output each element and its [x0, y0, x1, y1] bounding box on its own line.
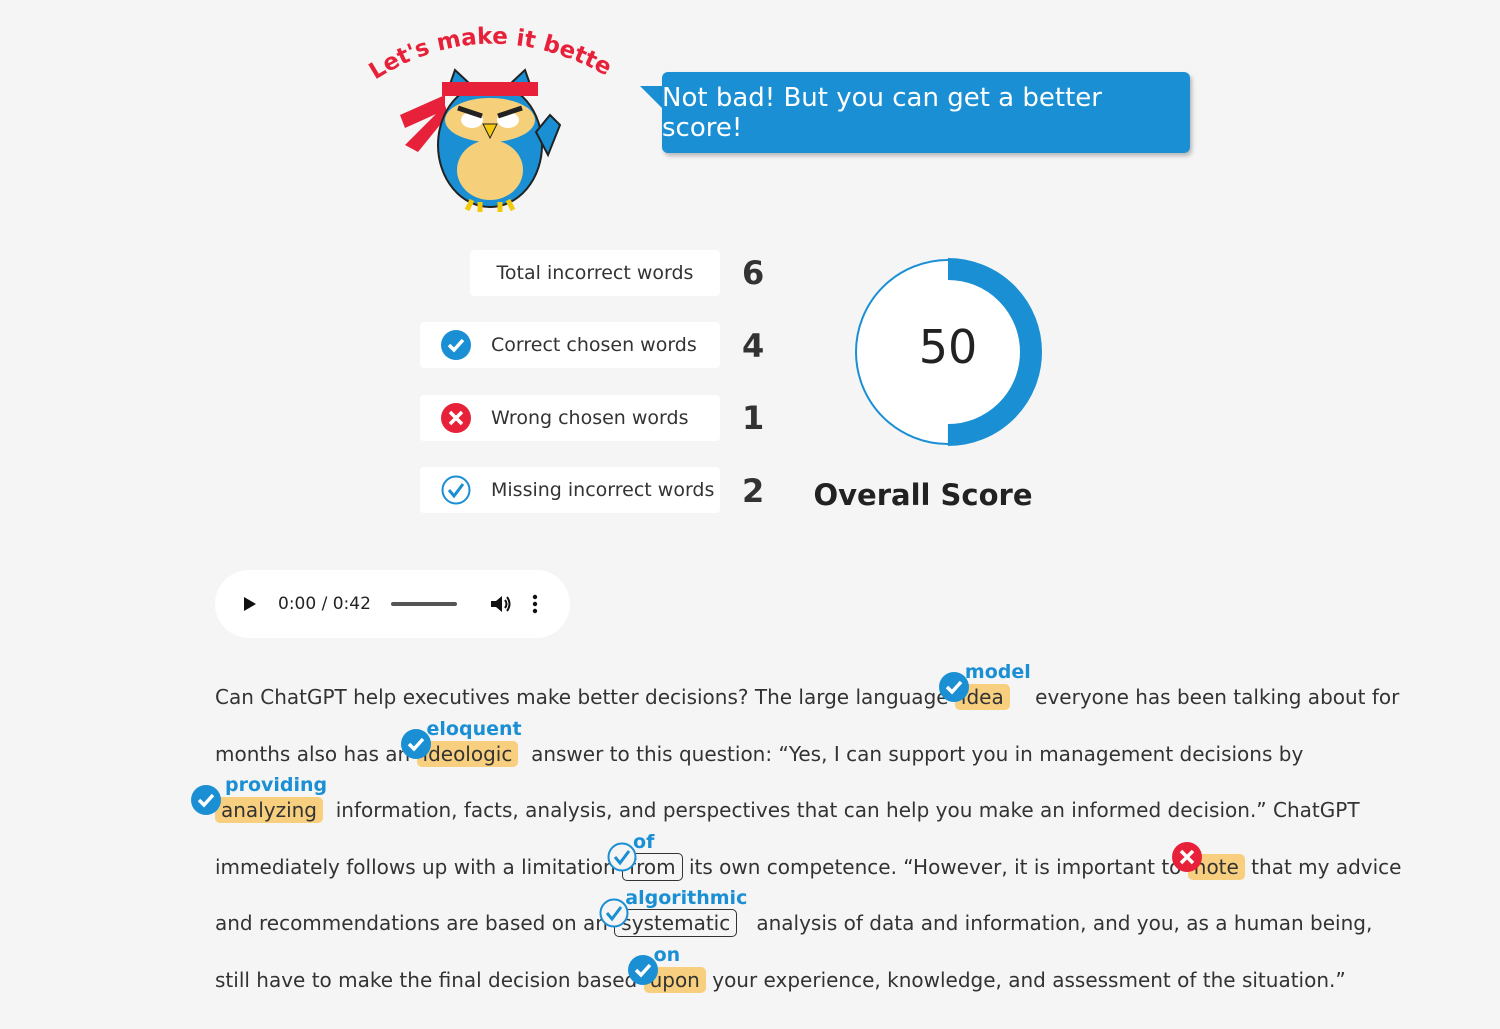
stat-total-incorrect: Total incorrect words	[470, 250, 720, 296]
text-segment: that my advice	[1244, 854, 1402, 879]
text-segment: its own competence. “However, it is impo…	[682, 854, 1188, 879]
text-segment: still have to make the final decision ba…	[215, 968, 644, 992]
feedback-text: Not bad! But you can get a better score!	[662, 82, 1102, 143]
correction-word: providing	[225, 774, 328, 797]
play-icon[interactable]	[243, 596, 257, 612]
correction-word: model	[964, 661, 1031, 683]
text-segment: Can ChatGPT help executives make better …	[215, 685, 955, 709]
svg-text:Let's make it better!: Let's make it better!	[360, 20, 616, 85]
word-text: ideologic	[422, 741, 513, 766]
stat-wrong-chosen: Wrong chosen words	[420, 395, 720, 441]
marked-word-wrong[interactable]: note	[1171, 841, 1245, 880]
text-segment: answer to this question: “Yes, I can sup…	[518, 741, 1304, 766]
audio-player: 0:00 / 0:42	[215, 570, 570, 638]
text-segment: immediately follows up with a limitation	[215, 854, 623, 879]
marked-word-correct[interactable]: providing analyzing	[191, 774, 327, 824]
stat-value: 1	[742, 399, 765, 437]
correction-word: algorithmic	[625, 887, 748, 910]
stat-label: Correct chosen words	[491, 334, 697, 356]
progress-slider[interactable]	[390, 602, 457, 606]
marked-word-correct[interactable]: eloquent ideologic	[400, 718, 522, 767]
stat-value: 2	[742, 472, 765, 510]
marked-word-correct[interactable]: model idea	[938, 661, 1031, 710]
text-segment: everyone has been talking about for	[1009, 685, 1400, 709]
text-segment: and recommendations are based on an	[215, 911, 615, 936]
passage-line: providing analyzing information, facts, a…	[191, 774, 1360, 825]
text-segment: months also has an	[215, 741, 417, 766]
stat-label: Wrong chosen words	[491, 407, 689, 429]
owl-mascot: Let's make it better!	[354, 0, 620, 220]
passage-line: still have to make the final decision ba…	[215, 944, 1346, 995]
text-segment: your experience, knowledge, and assessme…	[705, 968, 1346, 992]
stat-missing-incorrect: Missing incorrect words	[420, 467, 720, 513]
stat-label: Missing incorrect words	[491, 479, 715, 501]
stat-value: 6	[742, 254, 765, 292]
passage-line: immediately follows up with a limitation…	[215, 831, 1402, 882]
correction-word: eloquent	[426, 717, 522, 740]
marked-word-missing[interactable]: of from	[607, 831, 683, 881]
check-filled-icon	[441, 330, 471, 360]
word-text: analyzing	[221, 798, 318, 823]
mascot-caption: Let's make it better!	[354, 0, 615, 85]
volume-icon[interactable]	[490, 594, 512, 614]
score-value: 50	[918, 320, 978, 374]
passage-line: and recommendations are based on an algo…	[215, 887, 1373, 938]
check-outline-icon	[441, 475, 471, 505]
time-display: 0:00 / 0:42	[278, 594, 371, 614]
stat-label: Total incorrect words	[496, 262, 694, 284]
feedback-bubble: Not bad! But you can get a better score!	[662, 72, 1190, 153]
score-label: Overall Score	[813, 478, 1033, 512]
speech-bubble-tail	[640, 86, 664, 110]
x-red-icon	[1171, 841, 1202, 872]
correction-word: on	[653, 944, 681, 966]
text-segment: analysis of data and information, and yo…	[737, 911, 1373, 936]
more-options-icon[interactable]	[532, 594, 538, 614]
text-segment: information, facts, analysis, and perspe…	[323, 798, 1360, 823]
passage-line: Can ChatGPT help executives make better …	[215, 661, 1400, 712]
stat-value: 4	[742, 327, 765, 365]
stat-correct-chosen: Correct chosen words	[420, 322, 720, 368]
correction-word: of	[633, 830, 655, 853]
check-filled-icon	[191, 785, 221, 816]
passage-line: months also has an eloquent ideologic ans…	[215, 718, 1304, 769]
word-text: systematic	[621, 911, 731, 936]
x-red-icon	[441, 403, 471, 433]
marked-word-correct[interactable]: on upon	[627, 944, 706, 993]
marked-word-missing[interactable]: algorithmic systematic	[599, 887, 747, 938]
